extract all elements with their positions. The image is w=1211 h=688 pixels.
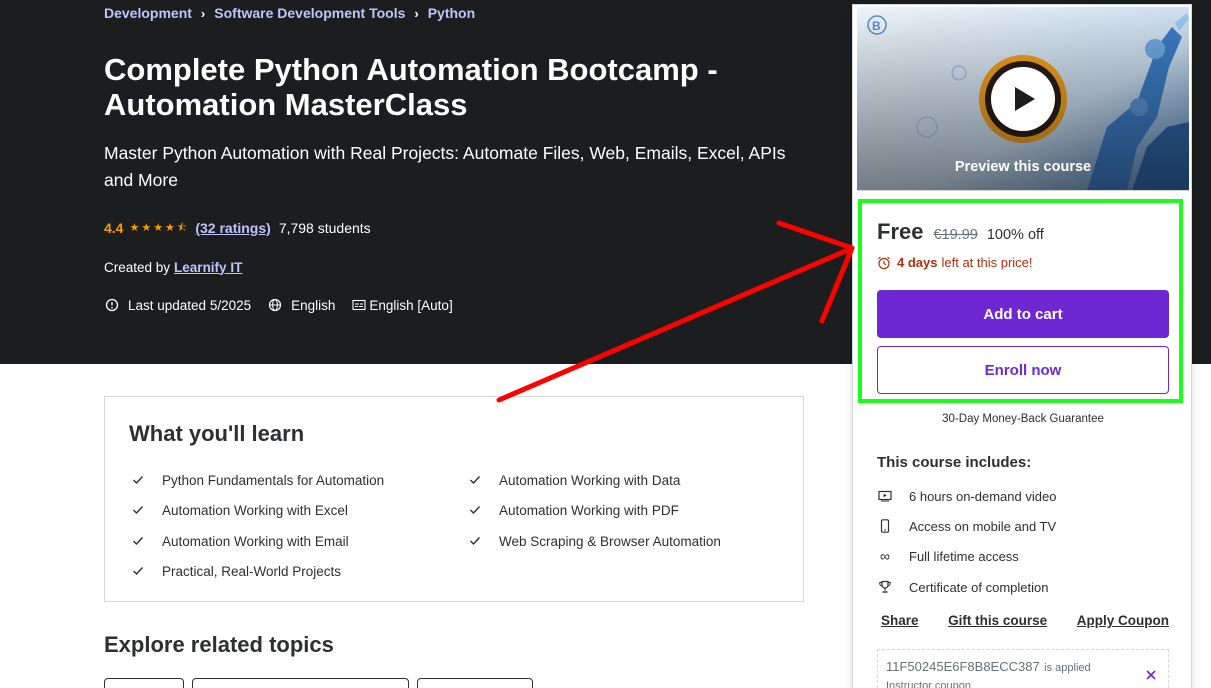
applied-coupon-box: 11F50245E6F8B8ECC387 is applied Instruct… xyxy=(877,649,1169,688)
captions-icon xyxy=(351,297,367,313)
learn-item-label: Automation Working with Excel xyxy=(162,502,348,518)
course-preview-video[interactable]: B Preview this course xyxy=(857,7,1189,191)
learn-item: Automation Working with Data xyxy=(467,471,680,489)
learn-item-label: Automation Working with PDF xyxy=(499,502,679,518)
created-by-row: Created by Learnify IT xyxy=(104,258,242,276)
learn-item: Automation Working with Email xyxy=(130,532,349,550)
check-icon xyxy=(467,502,483,518)
money-back-guarantee: 30-Day Money-Back Guarantee xyxy=(942,413,1104,425)
learn-item-label: Practical, Real-World Projects xyxy=(162,563,342,579)
breadcrumb-software-development-tools[interactable]: Software Development Tools xyxy=(214,5,405,21)
learn-item-label: Python Fundamentals for Automation xyxy=(162,472,385,488)
learn-item: Python Fundamentals for Automation xyxy=(130,471,384,489)
chevron-right-icon: › xyxy=(414,5,419,21)
students-count: 7,798 students xyxy=(278,220,371,236)
chevron-right-icon: › xyxy=(200,5,206,21)
include-item: 6 hours on-demand video xyxy=(877,487,1056,505)
course-includes-title: This course includes: xyxy=(877,454,1032,471)
breadcrumb: Development › Software Development Tools… xyxy=(104,4,475,22)
check-icon xyxy=(130,533,146,549)
star-rating-icon: ★★★★⯪ xyxy=(129,221,190,234)
check-icon xyxy=(130,502,146,518)
learn-item: Practical, Real-World Projects xyxy=(130,562,341,580)
include-item: ∞ Full lifetime access xyxy=(877,547,1019,565)
coupon-code: 11F50245E6F8B8ECC387 xyxy=(886,659,1040,674)
course-captions: English [Auto] xyxy=(369,297,453,313)
highlight-box xyxy=(858,199,1183,403)
share-link[interactable]: Share xyxy=(881,613,919,628)
video-icon xyxy=(877,488,893,504)
include-item-label: Certificate of completion xyxy=(909,579,1049,595)
learn-item: Automation Working with Excel xyxy=(130,501,348,519)
trophy-icon xyxy=(877,579,893,595)
course-title: Complete Python Automation Bootcamp - Au… xyxy=(104,52,718,122)
ratings-count-link[interactable]: (32 ratings) xyxy=(195,220,270,236)
learn-item: Web Scraping & Browser Automation xyxy=(467,532,721,550)
created-by-label: Created by xyxy=(104,259,171,275)
preview-course-label: Preview this course xyxy=(954,159,1092,175)
learn-section-title: What you'll learn xyxy=(129,421,305,446)
include-item-label: Access on mobile and TV xyxy=(909,518,1057,534)
learn-item-label: Automation Working with Email xyxy=(162,533,349,549)
gift-course-link[interactable]: Gift this course xyxy=(948,613,1047,628)
breadcrumb-development[interactable]: Development xyxy=(104,5,192,21)
topic-pill[interactable] xyxy=(417,678,533,688)
course-meta-row: Last updated 5/2025 English English [Aut… xyxy=(104,296,453,314)
include-item-label: Full lifetime access xyxy=(909,548,1019,564)
sidebar-links: Share Gift this course Apply Coupon xyxy=(881,613,1169,628)
topic-pill[interactable] xyxy=(104,678,184,688)
explore-related-topics-title: Explore related topics xyxy=(104,632,334,657)
course-subtitle: Master Python Automation with Real Proje… xyxy=(104,143,786,190)
mobile-icon xyxy=(877,518,893,534)
topic-pill[interactable] xyxy=(192,678,409,688)
learn-item-label: Web Scraping & Browser Automation xyxy=(499,533,721,549)
instructor-link[interactable]: Learnify IT xyxy=(174,260,242,275)
coupon-applied-label: is applied xyxy=(1044,662,1091,674)
apply-coupon-link[interactable]: Apply Coupon xyxy=(1077,613,1169,628)
infinity-icon: ∞ xyxy=(880,548,890,564)
check-icon xyxy=(130,472,146,488)
rating-value: 4.4 xyxy=(104,220,124,236)
close-icon[interactable] xyxy=(1144,668,1158,682)
check-icon xyxy=(467,533,483,549)
learn-item: Automation Working with PDF xyxy=(467,501,679,519)
last-updated: Last updated 5/2025 xyxy=(128,297,252,313)
breadcrumb-python[interactable]: Python xyxy=(428,5,475,21)
course-language: English xyxy=(291,297,336,313)
check-icon xyxy=(467,472,483,488)
coupon-type: Instructor coupon xyxy=(886,680,971,688)
check-icon xyxy=(130,563,146,579)
include-item: Certificate of completion xyxy=(877,578,1048,596)
include-item: Access on mobile and TV xyxy=(877,517,1056,535)
globe-icon xyxy=(267,297,283,313)
what-you-will-learn-box: What you'll learn Python Fundamentals fo… xyxy=(104,396,804,602)
include-item-label: 6 hours on-demand video xyxy=(909,488,1057,504)
rating-row: 4.4 ★★★★⯪ (32 ratings) 7,798 students xyxy=(104,219,371,237)
alert-badge-icon xyxy=(104,297,120,313)
learn-item-label: Automation Working with Data xyxy=(499,472,681,488)
